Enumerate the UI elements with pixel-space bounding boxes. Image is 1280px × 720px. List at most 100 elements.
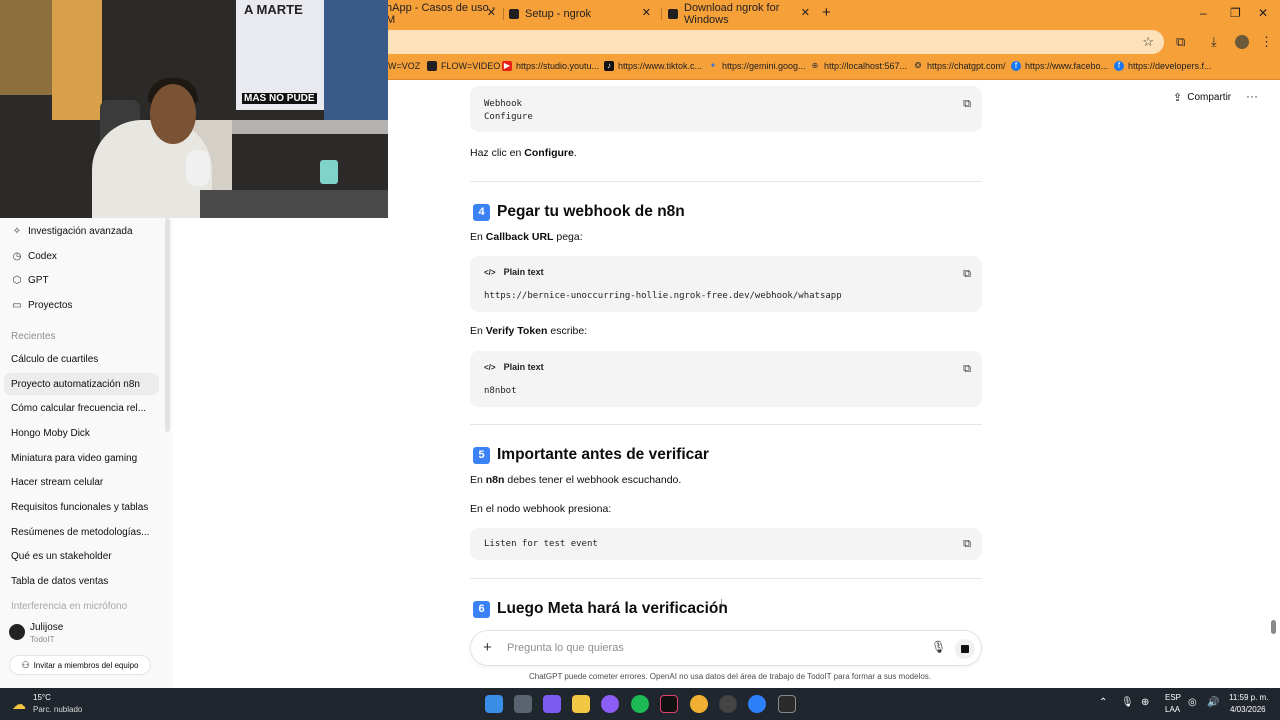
spotify-icon[interactable] — [631, 695, 649, 713]
network-icon[interactable]: ⊕ — [1141, 697, 1149, 708]
close-window-icon[interactable]: ✕ — [1258, 6, 1268, 20]
chevron-up-icon[interactable]: ⌃ — [1099, 697, 1107, 708]
recent-chat-item[interactable]: Interferencia en micrófono — [0, 595, 160, 617]
clock-date[interactable]: 4/03/2026 — [1230, 705, 1266, 714]
stop-generating-button[interactable] — [955, 639, 975, 659]
bookmark-item[interactable]: ♪ https://www.tiktok.c... — [604, 61, 702, 71]
paragraph: En Verify Token escribe: — [470, 325, 588, 337]
keycap-number-icon: 5 — [473, 446, 490, 464]
code-line: Configure — [484, 112, 533, 122]
code-line: Listen for test event — [484, 539, 598, 549]
copy-icon[interactable]: ⧉ — [963, 362, 971, 376]
recent-chat-item[interactable]: Cómo calcular frecuencia rel... — [0, 397, 160, 419]
chrome-icon[interactable] — [690, 695, 708, 713]
language-indicator[interactable]: ESP — [1165, 693, 1181, 702]
bookmark-item[interactable]: FLOW=VIDEO — [427, 61, 500, 71]
keyboard-layout[interactable]: LAA — [1165, 705, 1180, 714]
task-view-icon[interactable] — [514, 695, 532, 713]
sidebar-item-projects[interactable]: ▭ Proyectos — [0, 294, 160, 316]
copy-icon[interactable]: ⧉ — [963, 537, 971, 551]
bookmark-item[interactable]: W=VOZ — [388, 61, 420, 71]
microphone-icon[interactable]: 🎙 — [1121, 697, 1134, 708]
scroll-to-bottom-icon[interactable]: ↓ — [719, 596, 725, 608]
recent-chat-item[interactable]: Hacer stream celular — [0, 471, 160, 493]
folder-icon: ▭ — [12, 299, 22, 311]
codex-icon: ◷ — [12, 250, 22, 262]
file-explorer-icon[interactable] — [572, 695, 590, 713]
edge-browser-icon[interactable] — [748, 695, 766, 713]
user-menu[interactable]: Julijose TodoIT — [0, 618, 173, 648]
main-scrollbar[interactable] — [1271, 620, 1276, 634]
close-icon[interactable]: ✕ — [642, 6, 651, 19]
weather-temperature[interactable]: 15°C — [33, 693, 51, 702]
volume-icon[interactable]: 🔊 — [1207, 697, 1219, 708]
poster-caption: A MARTE — [244, 2, 303, 17]
cup — [320, 160, 338, 184]
recent-chat-item[interactable]: Qué es un stakeholder — [0, 545, 160, 567]
sidebar-item-label: Investigación avanzada — [28, 225, 133, 237]
bookmark-item[interactable]: f https://developers.f... — [1114, 61, 1212, 71]
code-language-label: </> Plain text — [484, 362, 544, 372]
bookmark-item[interactable]: ❂ https://chatgpt.com/ — [913, 61, 1006, 71]
browser-tab-whatsapp-use-cases[interactable]: hApp - Casos de uso - M ✕ — [386, 2, 496, 26]
minimize-icon[interactable]: – — [1200, 6, 1207, 20]
add-attachment-icon[interactable]: + — [483, 639, 492, 656]
start-menu-icon[interactable] — [485, 695, 503, 713]
sidebar-scrollbar[interactable] — [165, 218, 170, 432]
bookmark-item[interactable]: ▶ https://studio.youtu... — [502, 61, 599, 71]
more-options-icon[interactable]: ··· — [1246, 89, 1258, 103]
recent-chat-item-active[interactable]: Proyecto automatización n8n — [4, 373, 159, 395]
address-input[interactable]: ☆ — [386, 30, 1164, 54]
wifi-icon[interactable]: ◎ — [1188, 697, 1197, 708]
paragraph: Haz clic en Configure. — [470, 147, 577, 159]
bookmark-star-icon[interactable]: ☆ — [1142, 34, 1154, 50]
terminal-icon[interactable] — [778, 695, 796, 713]
new-tab-button[interactable]: + — [822, 4, 831, 22]
chatgpt-icon: ❂ — [914, 61, 922, 70]
close-icon[interactable]: ✕ — [487, 6, 496, 19]
telescope-icon: ✧ — [12, 225, 22, 237]
paragraph: En Callback URL pega: — [470, 231, 583, 243]
recents-header: Recientes — [11, 331, 56, 342]
add-user-icon: ⚇ — [21, 659, 30, 670]
sidebar-item-codex[interactable]: ◷ Codex — [0, 245, 160, 267]
weather-description[interactable]: Parc. nublado — [33, 705, 82, 714]
recent-chat-item[interactable]: Cálculo de cuartiles — [0, 348, 160, 370]
share-button[interactable]: ⇪ Compartir — [1173, 91, 1231, 104]
invite-members-button[interactable]: ⚇ Invitar a miembros del equipo — [9, 655, 151, 675]
bookmark-item[interactable]: f https://www.facebo... — [1011, 61, 1108, 71]
divider — [470, 578, 982, 579]
microphone-icon[interactable]: 🎙 — [931, 640, 946, 654]
recent-chat-item[interactable]: Requisitos funcionales y tablas — [0, 496, 160, 518]
user-workspace: TodoIT — [30, 635, 55, 644]
section-heading: 6 Luego Meta hará la verificación — [470, 600, 728, 618]
menu-kebab-icon[interactable]: ⋮ — [1260, 34, 1273, 50]
restore-icon[interactable]: ❐ — [1230, 6, 1241, 20]
section-heading: 5 Importante antes de verificar — [470, 446, 709, 464]
ngrok-favicon-icon — [668, 9, 678, 19]
obs-icon[interactable] — [601, 695, 619, 713]
recent-chat-item[interactable]: Hongo Moby Dick — [0, 422, 160, 444]
recent-chat-item[interactable]: Tabla de datos ventas — [0, 570, 160, 592]
chatgpt-app-icon[interactable] — [719, 695, 737, 713]
extensions-icon[interactable]: ⧉ — [1176, 34, 1185, 50]
copy-icon[interactable]: ⧉ — [963, 267, 971, 281]
sidebar-item-gpt[interactable]: ⬡ GPT — [0, 269, 160, 291]
copilot-icon[interactable] — [543, 695, 561, 713]
copy-icon[interactable]: ⧉ — [963, 97, 971, 111]
recent-chat-item[interactable]: Resúmenes de metodologías... — [0, 521, 160, 543]
clock-time[interactable]: 11:59 p. m. — [1229, 693, 1268, 702]
bookmark-item[interactable]: ⊕ http://localhost:567... — [810, 61, 907, 71]
profile-avatar[interactable] — [1235, 35, 1249, 49]
prompt-input[interactable]: Pregunta lo que quieras — [507, 642, 624, 654]
sidebar-item-deep-research[interactable]: ✧ Investigación avanzada — [0, 220, 160, 242]
weather-cloud-sun-icon[interactable]: ☁ — [12, 696, 26, 713]
recent-chat-item[interactable]: Miniatura para video gaming — [0, 447, 160, 469]
browser-tab-download-ngrok[interactable]: Download ngrok for Windows ✕ — [668, 2, 810, 26]
download-icon[interactable]: ⤓ — [1211, 34, 1217, 50]
sidebar-item-label: GPT — [28, 274, 49, 286]
browser-tab-setup-ngrok[interactable]: Setup - ngrok ✕ — [509, 4, 651, 24]
close-icon[interactable]: ✕ — [801, 6, 810, 19]
bookmark-item[interactable]: ✦ https://gemini.goog... — [708, 61, 806, 71]
tiktok-app-icon[interactable] — [660, 695, 678, 713]
